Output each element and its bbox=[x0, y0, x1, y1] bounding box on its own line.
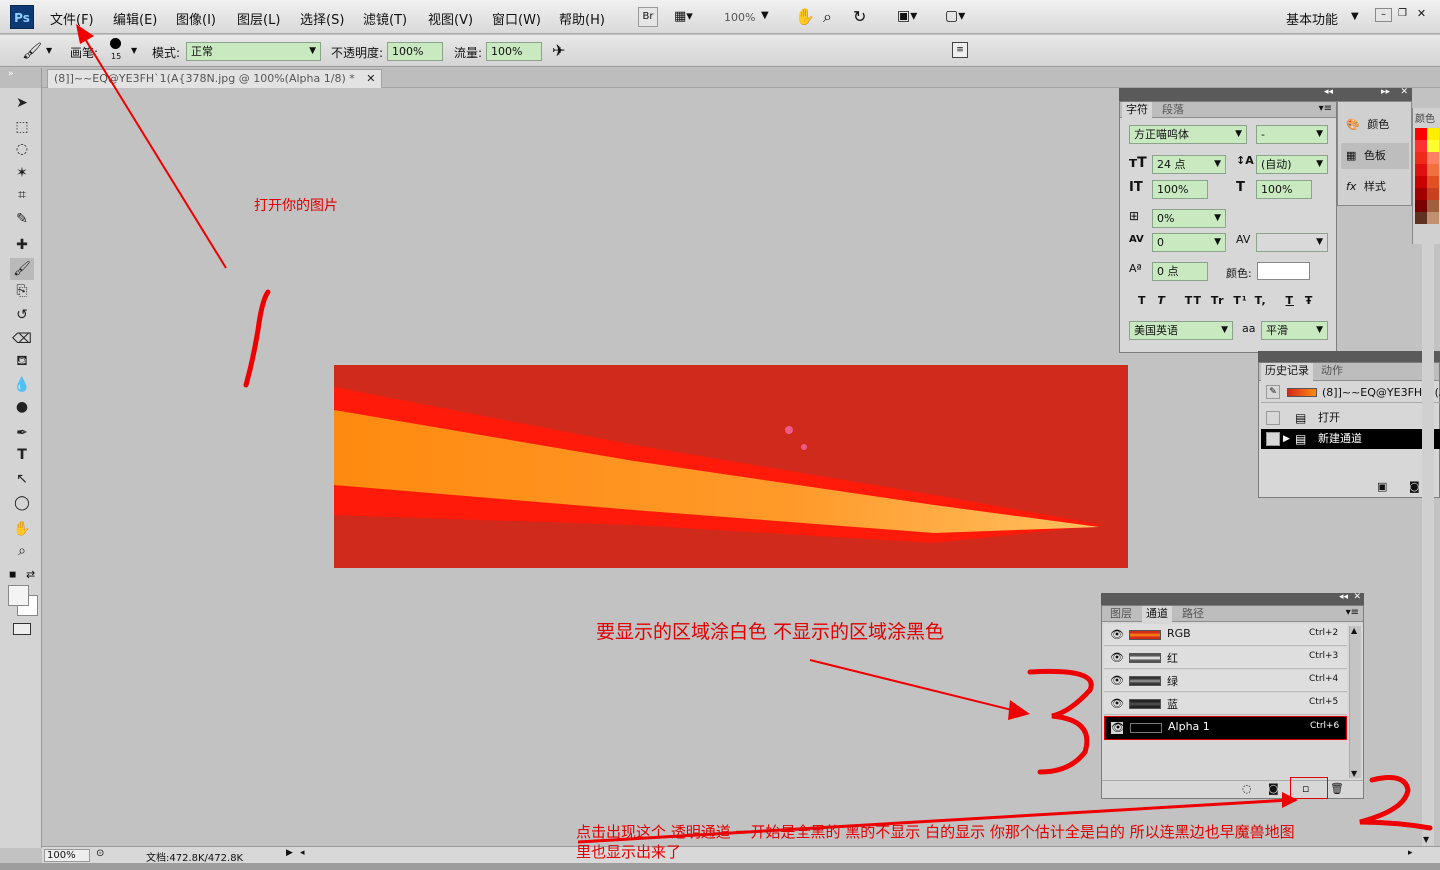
annotation-overlay bbox=[76, 24, 1433, 844]
handwritten-number-2-stroke bbox=[1359, 775, 1433, 831]
annotation-click-hint-line2: 里也显示出来了 bbox=[576, 843, 682, 861]
arrow-to-file-menu bbox=[76, 24, 227, 269]
annotation-click-hint-line1: 点击出现这个 透明通道 一开始是全黑的 黑的不显示 白的显示 你那个估计全是白的… bbox=[576, 823, 1295, 841]
handwritten-number-3-stroke bbox=[1027, 668, 1094, 775]
handwritten-number-1-stroke bbox=[243, 289, 271, 388]
annotation-paint-hint: 要显示的区域涂白色 不显示的区域涂黑色 bbox=[596, 621, 945, 643]
annotation-open-image: 打开你的图片 bbox=[254, 198, 338, 214]
arrow-to-channels bbox=[809, 659, 1030, 720]
